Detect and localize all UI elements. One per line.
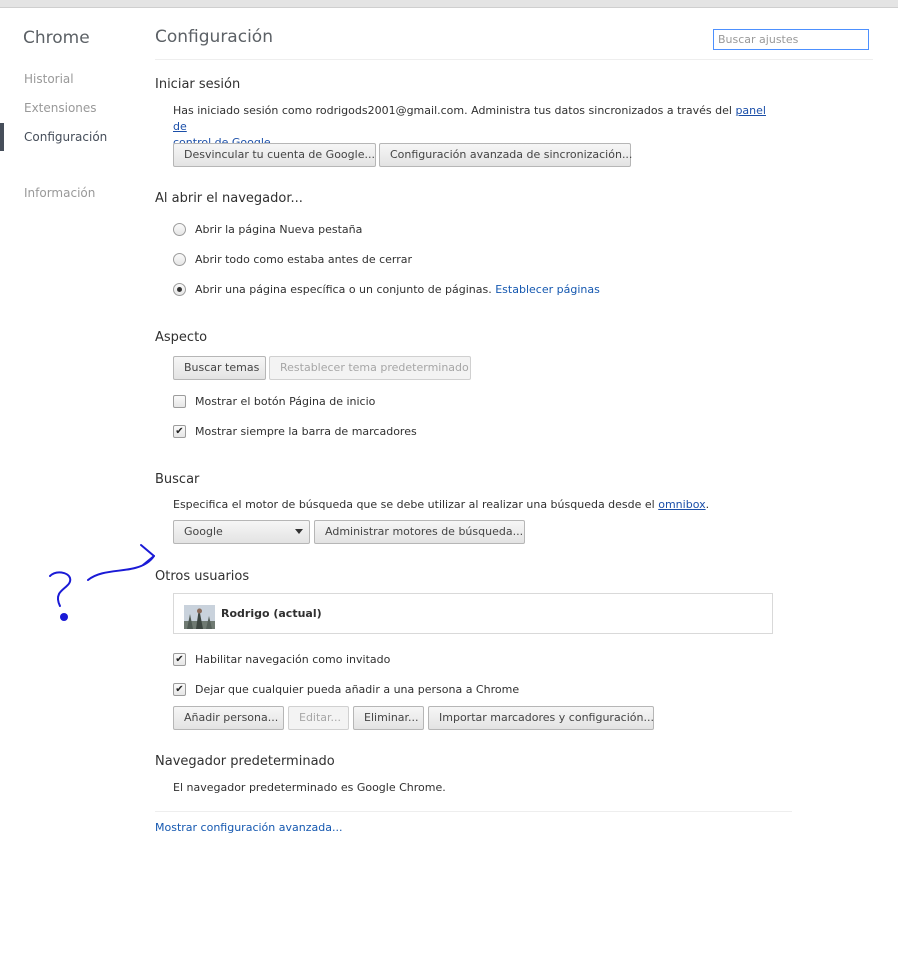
allow-add-person-option[interactable]: ✔ Dejar que cualquier pueda añadir a una… [173,683,519,696]
radio-button[interactable] [173,223,186,236]
startup-option-new-tab[interactable]: Abrir la página Nueva pestaña [173,223,362,236]
question-mark-curve [49,571,72,607]
section-heading-users: Otros usuarios [155,569,250,584]
remove-person-button[interactable]: Eliminar... [353,706,424,730]
arrow-head [140,544,155,566]
sidebar-item-historial[interactable]: Historial [24,72,74,86]
avatar [184,605,215,629]
startup-option-label: Abrir una página específica o un conjunt… [195,283,492,296]
reset-theme-button[interactable]: Restablecer tema predeterminado [269,356,471,380]
import-bookmarks-button[interactable]: Importar marcadores y configuración... [428,706,654,730]
section-heading-appearance: Aspecto [155,330,208,345]
sidebar-active-marker [0,123,4,151]
disconnect-account-button[interactable]: Desvincular tu cuenta de Google... [173,143,376,167]
checkbox-label: Dejar que cualquier pueda añadir a una p… [195,683,520,696]
arrow-shaft [87,555,155,581]
sidebar-item-configuracion[interactable]: Configuración [24,130,107,144]
avatar-image [184,605,215,629]
omnibox-link[interactable]: omnibox [658,498,705,511]
section-heading-startup: Al abrir el navegador... [155,191,303,206]
profile-name: Rodrigo (actual) [221,607,322,620]
radio-button-selected[interactable] [173,283,186,296]
default-browser-status: El navegador predeterminado es Google Ch… [173,781,446,794]
startup-option-specific-pages[interactable]: Abrir una página específica o un conjunt… [173,283,600,296]
startup-option-label: Abrir la página Nueva pestaña [195,223,363,236]
question-mark-dot [60,613,68,621]
manage-search-engines-button[interactable]: Administrar motores de búsqueda... [314,520,525,544]
get-themes-button[interactable]: Buscar temas [173,356,266,380]
checkbox-checked[interactable]: ✔ [173,653,186,666]
checkbox-checked[interactable]: ✔ [173,683,186,696]
dropdown-arrow-icon [295,529,303,534]
radio-button[interactable] [173,253,186,266]
search-engine-value: Google [184,525,223,538]
section-heading-signin: Iniciar sesión [155,77,241,92]
edit-person-button[interactable]: Editar... [288,706,349,730]
search-text: Especifica el motor de búsqueda que se d… [173,498,659,511]
section-heading-default-browser: Navegador predeterminado [155,754,335,769]
search-description: Especifica el motor de búsqueda que se d… [173,497,793,513]
show-bookmarks-bar-option[interactable]: ✔ Mostrar siempre la barra de marcadores [173,425,417,438]
search-engine-select[interactable]: Google [173,520,310,544]
set-pages-link[interactable]: Establecer páginas [495,283,600,296]
checkbox-label: Habilitar navegación como invitado [195,653,391,666]
footer-divider [155,811,792,812]
search-text-end: . [705,498,710,511]
sidebar-item-extensiones[interactable]: Extensiones [24,101,97,115]
checkbox-checked[interactable]: ✔ [173,425,186,438]
search-input[interactable] [713,29,869,50]
sidebar-brand: Chrome [23,28,90,48]
signin-text: Has iniciado sesión como rodrigods2001@g… [173,104,736,117]
profile-list[interactable]: Rodrigo (actual) [173,593,773,634]
advanced-sync-button[interactable]: Configuración avanzada de sincronización… [379,143,632,167]
guest-browsing-option[interactable]: ✔ Habilitar navegación como invitado [173,653,390,666]
show-advanced-settings-link[interactable]: Mostrar configuración avanzada... [155,821,342,834]
add-person-button[interactable]: Añadir persona... [173,706,284,730]
checkbox[interactable] [173,395,186,408]
startup-option-label: Abrir todo como estaba antes de cerrar [195,253,413,266]
header-divider [155,59,873,60]
window-top-bar [0,0,898,8]
section-heading-search: Buscar [155,472,200,487]
page-title: Configuración [155,27,273,47]
checkbox-label: Mostrar siempre la barra de marcadores [195,425,417,438]
sidebar-item-informacion[interactable]: Información [24,186,95,200]
show-home-button-option[interactable]: Mostrar el botón Página de inicio [173,395,375,408]
startup-option-continue[interactable]: Abrir todo como estaba antes de cerrar [173,253,412,266]
checkbox-label: Mostrar el botón Página de inicio [195,395,376,408]
